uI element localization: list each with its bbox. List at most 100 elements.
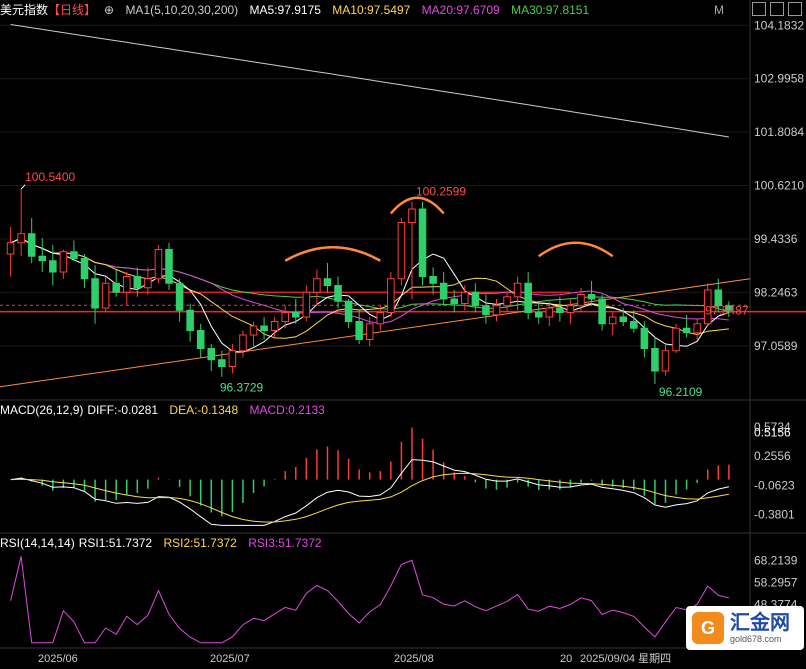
candle-down — [651, 348, 659, 372]
ma5-value: MA5:97.9175 — [249, 3, 321, 17]
left-shoulder-arc — [284, 246, 381, 262]
ma-settings-icon[interactable]: ⊕ — [104, 3, 114, 17]
candle-up — [566, 305, 575, 313]
candle-up — [239, 334, 247, 352]
trend-line — [0, 278, 751, 388]
candle-down — [334, 285, 342, 302]
price-tick-label: 99.4336 — [754, 232, 798, 246]
candle-up — [154, 249, 163, 280]
candle-up — [17, 233, 25, 244]
logo-url: gold678.com — [730, 634, 782, 644]
recent-low-annotation: 96.2109 — [659, 385, 703, 399]
macd-header: MACD(26,12,9) DIFF:-0.0281 DEA:-0.1348 MA… — [0, 400, 806, 420]
rsi-header: RSI(14,14,14) RSI1:51.7372 RSI2:51.7372 R… — [0, 533, 806, 553]
candle-down — [38, 255, 47, 262]
diff-value: DIFF:-0.0281 — [87, 403, 159, 417]
settings-icon[interactable] — [788, 2, 802, 16]
candle-up — [313, 278, 321, 293]
instrument-title: 美元指数 — [0, 3, 49, 17]
candle-down — [218, 359, 226, 367]
ma10-value: MA10:97.5497 — [332, 3, 411, 17]
m-label: M — [714, 3, 724, 17]
candle-up — [545, 307, 554, 318]
candle-up — [281, 312, 289, 322]
candle-down — [418, 208, 427, 277]
candle-up — [672, 327, 680, 352]
rsi-tick-label: 58.2957 — [754, 575, 798, 589]
ma20-value: MA20:97.6709 — [421, 3, 500, 17]
rsi-line — [10, 556, 730, 644]
x-tick-label: 2025/08 — [394, 653, 434, 665]
x-tick-label: 2025/09/04 星期四 — [580, 652, 671, 665]
macd-tick-label: 0.5156 — [754, 425, 791, 439]
layout-icon[interactable] — [752, 2, 766, 16]
high-annotation: 100.5400 — [25, 170, 75, 184]
rsi2-value: RSI2:51.7372 — [163, 536, 237, 550]
candle-down — [598, 298, 606, 325]
peak-annotation: 100.2599 — [416, 185, 466, 199]
candle-up — [492, 305, 501, 316]
candle-down — [630, 321, 638, 329]
candle-down — [91, 278, 99, 309]
candle-down — [260, 325, 268, 331]
rsi-label: RSI(14,14,14) — [0, 536, 75, 550]
period-label[interactable]: 【日线】 — [48, 3, 96, 17]
ma-label: MA1(5,10,20,30,200) — [125, 3, 239, 17]
candle-up — [376, 312, 385, 325]
macd-diff-line — [10, 459, 730, 526]
candle-up — [608, 316, 617, 325]
candle-up — [365, 323, 374, 340]
dea-value: DEA:-0.1348 — [169, 403, 239, 417]
candle-down — [175, 282, 184, 311]
macd-dea-line — [10, 472, 729, 523]
x-tick-label: 2025/06 — [38, 653, 78, 665]
logo-mark: G — [692, 612, 724, 644]
candle-down — [70, 251, 78, 259]
price-tick-label: 101.8084 — [754, 125, 804, 139]
candle-down — [196, 330, 205, 349]
candle-up — [101, 282, 110, 309]
candle-down — [619, 316, 628, 322]
last-ma-annotation: 97.5487 — [705, 303, 749, 317]
logo-name: 汇金网 — [730, 612, 790, 634]
candle-down — [112, 282, 120, 293]
ma30-value: MA30:97.8151 — [511, 3, 590, 17]
grid-icon[interactable] — [770, 2, 784, 16]
candle-down — [640, 327, 649, 349]
candle-down — [49, 260, 57, 273]
candle-up — [503, 296, 511, 307]
candle-down — [323, 278, 332, 286]
candle-down — [165, 249, 173, 284]
candle-down — [355, 321, 363, 340]
macd-value: MACD:0.2133 — [249, 403, 325, 417]
candle-down — [292, 312, 300, 318]
candle-down — [429, 276, 437, 284]
candle-down — [80, 258, 89, 280]
macd-label: MACD(26,12,9) — [0, 403, 84, 417]
price-tick-label: 98.2463 — [754, 285, 798, 299]
head-arc — [389, 196, 445, 215]
candle-down — [186, 309, 194, 331]
toolbar — [752, 2, 802, 16]
candle-up — [397, 222, 406, 280]
candle-down — [682, 327, 691, 334]
rsi1-value: RSI1:51.7372 — [78, 536, 153, 550]
candle-down — [482, 305, 490, 316]
price-tick-label: 102.9958 — [754, 72, 804, 86]
macd-tick-label: -0.0623 — [754, 478, 795, 492]
price-tick-label: 97.0589 — [754, 339, 798, 353]
ma200-line — [10, 24, 729, 138]
chart-canvas[interactable]: 104.1832 102.9958 101.8084 100.6210 99.4336 9… — [0, 0, 806, 669]
candle-down — [207, 348, 216, 361]
low-annotation: 96.3729 — [220, 380, 264, 394]
candle-up — [270, 321, 279, 331]
price-tick-label: 100.6210 — [754, 179, 804, 193]
candle-down — [133, 276, 142, 289]
rsi-tick-label: 68.2139 — [754, 553, 798, 567]
candle-down — [587, 294, 596, 300]
main-header: 美元指数【日线】 ⊕ MA1(5,10,20,30,200) MA5:97.917… — [0, 0, 806, 20]
candle-up — [302, 291, 311, 318]
candle-down — [524, 282, 532, 313]
candle-down — [534, 312, 543, 318]
candle-up — [122, 276, 131, 293]
